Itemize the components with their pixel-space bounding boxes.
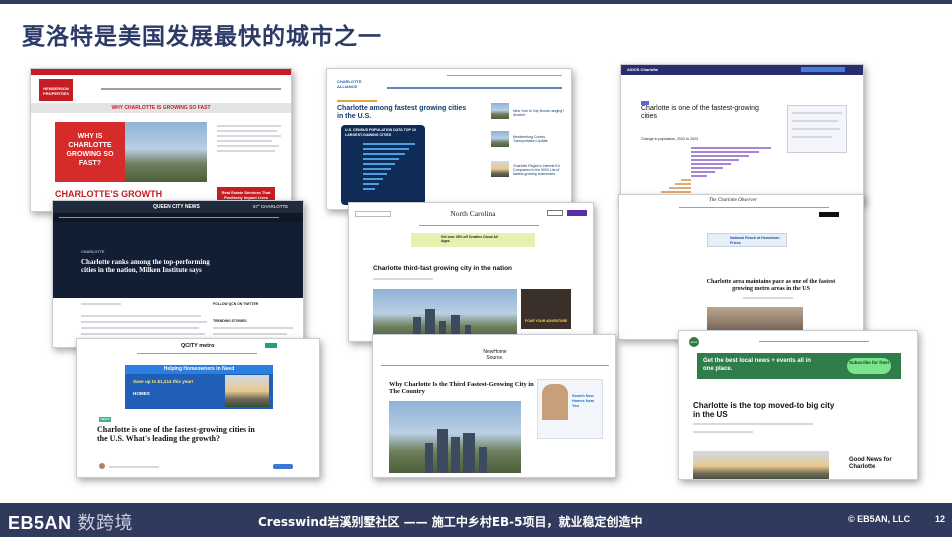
side-search-text: Search New Homes Near You: [572, 394, 595, 408]
article-axios-chart[interactable]: AXIOS Charlotte Charlotte is one of the …: [620, 64, 864, 204]
footer-project-text: Cresswind岩溪别墅社区 —— 施工中乡村EB-5项目，就业稳定创造中: [258, 515, 643, 529]
footer-logo: EB5AN 数跨境: [8, 509, 133, 535]
nav-links[interactable]: [387, 87, 562, 89]
site-header: QUEEN CITY NEWS 57° CHARLOTTE: [53, 201, 303, 213]
side-story-3[interactable]: Charlotte Region's Interest Ed Companies…: [513, 164, 567, 176]
site-logo: CHARLOTTE ALLIANCE: [337, 79, 362, 89]
nav-links[interactable]: [101, 88, 281, 90]
side-story-2[interactable]: Mecklenburg County Transportation Update: [513, 135, 565, 143]
article-qcity-metro[interactable]: QCITY metro Helping Homeowners in Need S…: [76, 338, 320, 478]
site-logo: axios: [689, 337, 699, 347]
main-nav[interactable]: [53, 213, 303, 222]
slide-title: 夏洛特是美国发展最快的城市之一: [22, 24, 382, 50]
article-headline[interactable]: Charlotte is one of the fastest-growing …: [97, 425, 267, 443]
side-ad[interactable]: FOUR YOUR ADVENTURE: [521, 289, 571, 329]
axios-mark: [641, 101, 649, 105]
site-logo: QCITY metro: [181, 343, 215, 349]
title-banner: WHY CHARLOTTE IS GROWING SO FAST: [31, 103, 291, 113]
hero-block: CHARLOTTE Charlotte ranks among the top-…: [53, 222, 303, 298]
side-story-1[interactable]: New York to City Bonds ranging? Another: [513, 109, 565, 117]
ad-line: Save up to $1,214 this year!: [133, 379, 194, 384]
weather-temp: 57° CHARLOTTE: [253, 204, 289, 209]
top-nav[interactable]: AXIOS Charlotte: [621, 65, 863, 75]
subscribe-button[interactable]: Subscribe for free!: [847, 358, 891, 374]
article-photo: [693, 451, 829, 479]
ad-title: Helping Homeowners in Need: [125, 365, 273, 374]
article-charlotte-observer[interactable]: The Charlotte Observer National Reach at…: [618, 194, 864, 340]
site-logo: North Carolina: [450, 209, 496, 218]
search-box[interactable]: [355, 211, 391, 217]
chart-caption: Change in population, 2020 to 2023: [641, 137, 698, 141]
chart-title: U.S. CENSUS POPULATION DATA TOP 10 LARGE…: [345, 128, 416, 137]
category-tag: [337, 100, 377, 102]
side-search-ad[interactable]: Search New Homes Near You: [537, 379, 603, 439]
site-logo: QUEEN CITY NEWS: [153, 204, 200, 210]
article-queen-city-news[interactable]: QUEEN CITY NEWS 57° CHARLOTTE CHARLOTTE …: [52, 200, 304, 348]
hero-image: WHY IS CHARLOTTE GROWING SO FAST?: [55, 122, 207, 182]
ad-text: National Reach at Hometown Prices: [730, 236, 780, 245]
article-headline[interactable]: Charlotte ranks among the top-performing…: [81, 258, 221, 274]
side-thumb-1[interactable]: [491, 103, 509, 119]
article-headline[interactable]: Charlotte third-fast growing city in the…: [373, 265, 573, 272]
author-avatar: [99, 463, 105, 469]
site-logo: HENDERSON PROPERTIES: [39, 79, 73, 101]
slide-footer: EB5AN 数跨境 Cresswind岩溪别墅社区 —— 施工中乡村EB-5项目，…: [0, 503, 952, 537]
skyline-photo: [389, 401, 521, 473]
article-headline[interactable]: Charlotte area maintains pace as one of …: [701, 279, 841, 293]
kicker: CHARLOTTE: [81, 250, 105, 254]
ad-banner[interactable]: Get the best local news + events all in …: [697, 353, 901, 379]
subscribe-button[interactable]: [567, 210, 587, 216]
ad-banner[interactable]: Get over 45% off Creative Cloud All Apps…: [411, 233, 535, 247]
article-headline[interactable]: Charlotte is the top moved-to big city i…: [693, 401, 843, 419]
ad-text: Get the best local news + events all in …: [703, 358, 811, 372]
article-axios-moved-to[interactable]: axios Get the best local news + events a…: [678, 330, 918, 480]
subscribe-button[interactable]: [819, 212, 839, 217]
side-thumb-3[interactable]: [491, 161, 509, 177]
article-headline[interactable]: Charlotte among fastest growing cities i…: [337, 105, 467, 121]
newsletter-box[interactable]: [787, 105, 847, 153]
ad-text: Get over 45% off Creative Cloud All Apps…: [441, 235, 498, 243]
census-chart: U.S. CENSUS POPULATION DATA TOP 10 LARGE…: [341, 125, 425, 205]
hero-text: WHY IS CHARLOTTE GROWING SO FAST?: [66, 133, 114, 167]
donate-button[interactable]: [265, 343, 277, 348]
article-newhome-source[interactable]: NewHome Source. Why Charlotte Is the Thi…: [372, 334, 616, 478]
site-logo: The Charlotte Observer: [709, 198, 757, 203]
site-logo: AXIOS Charlotte: [627, 67, 659, 72]
page-number: 12: [935, 514, 946, 524]
side-title: FOLLOW QCN ON TWITTER: [213, 302, 259, 306]
category-tag: NEWS: [99, 417, 111, 422]
ad-person: [542, 384, 568, 420]
ad-brand: HOMES: [133, 391, 150, 396]
ad-banner[interactable]: National Reach at Hometown Prices: [707, 233, 787, 247]
share-icons[interactable]: [273, 464, 293, 469]
ad-banner[interactable]: Helping Homeowners in Need Save up to $1…: [125, 365, 273, 409]
banner-text: WHY CHARLOTTE IS GROWING SO FAST: [111, 105, 211, 111]
footer-logo-cn: 数跨境: [77, 513, 134, 534]
ad-photo: [225, 375, 269, 407]
footer-logo-mark: EB5AN: [8, 513, 72, 533]
side-thumb-2[interactable]: [491, 131, 509, 147]
site-logo: NewHome Source.: [483, 349, 507, 361]
article-henderson-properties[interactable]: HENDERSON PROPERTIES WHY CHARLOTTE IS GR…: [30, 68, 292, 212]
top-rule: [0, 0, 952, 4]
side-story-title[interactable]: Good News for Charlotte: [849, 457, 909, 471]
article-north-carolina[interactable]: North Carolina Get over 45% off Creative…: [348, 202, 594, 342]
footer-copyright: © EB5AN, LLC: [848, 514, 911, 524]
top-strip: [31, 69, 291, 75]
article-headline[interactable]: Charlotte is one of the fastest-growing …: [641, 105, 761, 121]
side-ad-text: FOUR YOUR ADVENTURE: [525, 319, 568, 323]
article-charlotte-alliance[interactable]: CHARLOTTE ALLIANCE Charlotte among faste…: [326, 68, 572, 210]
skyline-photo: [125, 122, 207, 182]
article-headline[interactable]: Why Charlotte Is the Third Fastest-Growi…: [389, 381, 539, 396]
signin-button[interactable]: [547, 210, 563, 216]
subscribe-button[interactable]: [801, 67, 845, 72]
trending-title: TRENDING STORIES: [213, 319, 247, 323]
